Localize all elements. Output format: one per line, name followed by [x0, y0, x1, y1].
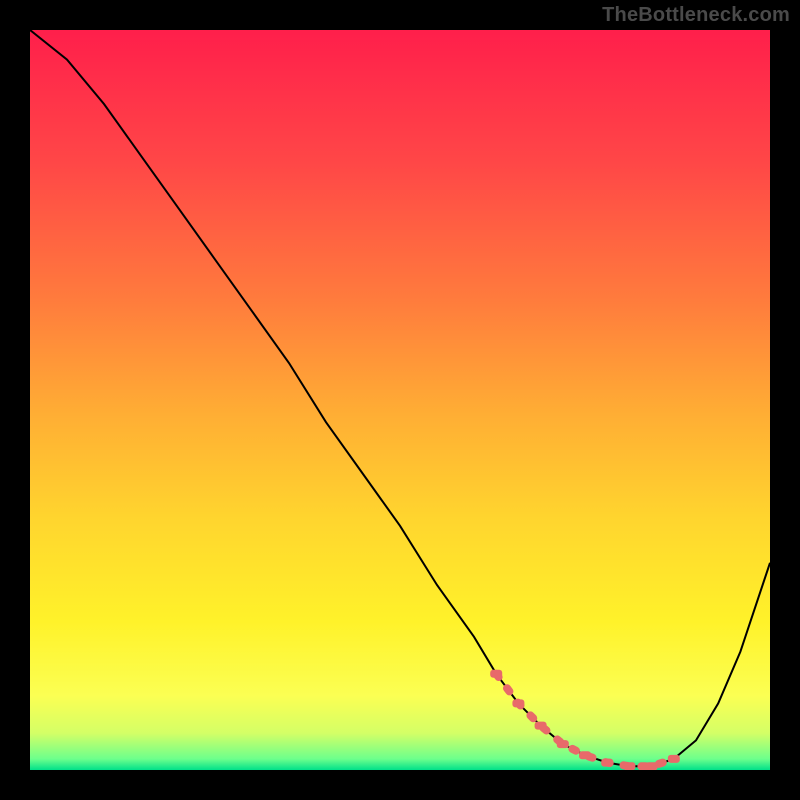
chart-svg — [30, 30, 770, 770]
flat-marker — [668, 755, 680, 763]
flat-marker — [601, 759, 613, 767]
chart-frame: TheBottleneck.com — [0, 0, 800, 800]
flat-marker — [535, 722, 547, 730]
flat-marker — [557, 740, 569, 748]
flat-marker — [512, 699, 524, 707]
flat-marker — [623, 762, 635, 770]
flat-marker — [579, 751, 591, 759]
watermark-text: TheBottleneck.com — [602, 4, 790, 27]
flat-marker — [646, 762, 658, 770]
plot-area — [30, 30, 770, 770]
flat-marker — [490, 670, 502, 678]
gradient-background — [30, 30, 770, 770]
